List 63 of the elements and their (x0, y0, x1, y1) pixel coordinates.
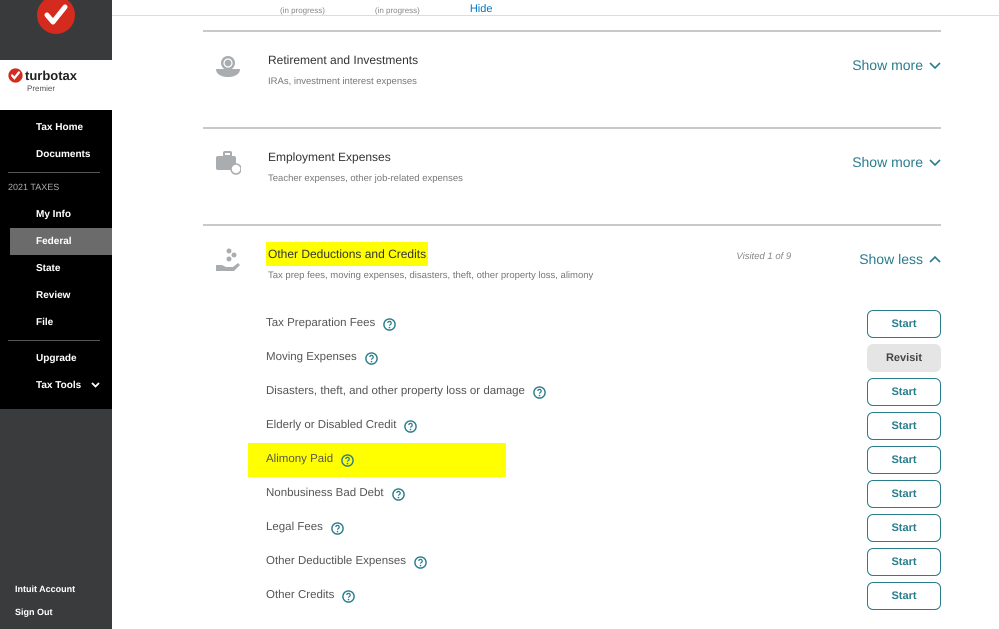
help-icon[interactable] (392, 488, 405, 500)
nav-item[interactable]: Upgrade (10, 344, 112, 372)
help-icon[interactable] (342, 590, 356, 602)
footer-link[interactable]: Intuit Account (15, 583, 112, 606)
checkmark-logo-icon (36, 0, 76, 35)
item-label: Disasters, theft, and other property loss or damage (248, 375, 564, 409)
toggle-link[interactable]: Show less (859, 249, 941, 270)
edition-label: Premier (27, 83, 56, 95)
chevron-down-icon (91, 382, 100, 388)
section-subtitle: Tax prep fees, moving expenses, disasters, theft, other property loss, alimony (268, 269, 594, 283)
nav-item[interactable]: File (10, 308, 112, 336)
nav-item[interactable]: Tax Home (10, 114, 112, 141)
start-button[interactable]: Start (867, 310, 941, 338)
progress-label: (in progress) (374, 7, 420, 15)
section-subtitle: Teacher expenses, other job-related expenses (268, 172, 464, 186)
visited-count: Visited 1 of 9 (736, 250, 792, 264)
chevron-down-icon (929, 62, 941, 69)
item-label: Other Credits (248, 579, 374, 613)
help-icon[interactable] (330, 522, 344, 534)
section-subtitle: IRAs, investment interest expenses (268, 75, 418, 89)
item-label: Legal Fees (248, 511, 362, 545)
start-button[interactable]: Start (867, 582, 941, 610)
chevron-up-icon (929, 256, 941, 263)
nav-item[interactable]: Federal (10, 228, 112, 254)
help-icon[interactable] (364, 352, 378, 364)
nav-item[interactable]: State (10, 254, 112, 282)
hide-link[interactable]: Hide (470, 4, 492, 15)
section-title: Other Deductions and Credits (266, 242, 428, 266)
help-icon[interactable] (341, 454, 354, 466)
progress-label: (in progress) (280, 7, 325, 15)
start-button[interactable]: Start (867, 548, 941, 576)
briefcase-icon (215, 151, 241, 175)
section-label: 2021 TAXES (7, 181, 60, 194)
chevron-down-icon (929, 159, 941, 166)
start-button[interactable]: Start (867, 480, 941, 508)
start-button[interactable]: Start (867, 514, 941, 542)
start-button[interactable]: Start (867, 412, 941, 440)
help-icon[interactable] (532, 386, 546, 398)
item-label: Other Deductible Expenses (248, 545, 445, 579)
revisit-button[interactable]: Revisit (867, 344, 941, 372)
help-icon[interactable] (404, 420, 418, 432)
toggle-link[interactable]: Show more (852, 152, 941, 173)
item-label: Elderly or Disabled Credit (248, 409, 436, 443)
footer-link[interactable]: Sign Out (15, 606, 112, 629)
nav-item[interactable]: Tax Tools (10, 372, 112, 398)
start-button[interactable]: Start (867, 446, 941, 474)
start-button[interactable]: Start (867, 378, 941, 406)
section-title: Retirement and Investments (267, 52, 420, 69)
nav-item[interactable]: Review (10, 282, 112, 308)
item-label: Moving Expenses (248, 341, 396, 375)
checkmark-logo-icon (8, 68, 23, 83)
coin-bowl-icon (215, 54, 241, 80)
toggle-link[interactable]: Show more (852, 55, 941, 76)
brand-name: turbotax (25, 69, 77, 82)
hand-coins-icon (215, 248, 241, 274)
item-label: Alimony Paid (248, 443, 506, 477)
item-label: Tax Preparation Fees (248, 307, 414, 341)
help-icon[interactable] (414, 556, 427, 568)
nav-item[interactable]: Documents (10, 141, 112, 168)
section-title: Employment Expenses (267, 149, 392, 166)
item-label: Nonbusiness Bad Debt (248, 477, 423, 511)
help-icon[interactable] (383, 318, 396, 330)
nav-item[interactable]: My Info (10, 200, 112, 228)
